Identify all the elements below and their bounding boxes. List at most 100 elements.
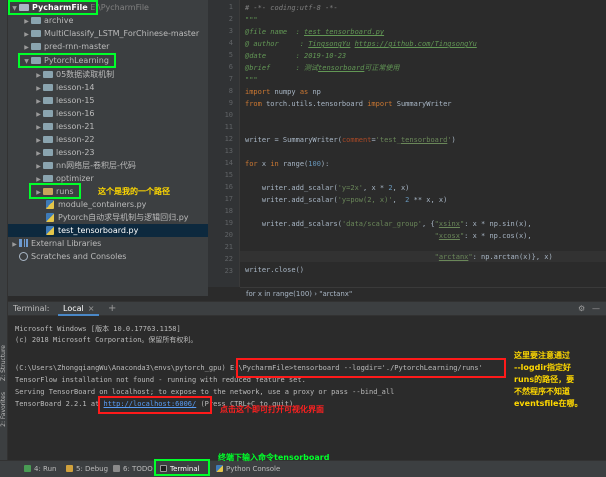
root-folder-path: E:\PycharmFile (90, 3, 149, 12)
project-panel: ▼ PycharmFile E:\PycharmFile ▶ archive ▶ Mu… (8, 0, 208, 296)
tree-external-libraries[interactable]: ▶ External Libraries (10, 237, 101, 250)
folder-icon (43, 188, 53, 195)
folder-icon (43, 162, 53, 169)
code-line-7: """ (245, 76, 258, 84)
gear-icon[interactable]: ⚙ (578, 304, 585, 313)
python-file-icon (46, 213, 54, 222)
code-line-16: writer.add_scalar('y=2x', x * 2, x) (245, 184, 410, 192)
tree-file-module-containers[interactable]: module_containers.py (46, 198, 146, 211)
code-line-6: @brief : 测试tensorboard可正常使用 (245, 64, 400, 72)
folder-label: lesson-23 (56, 148, 95, 157)
line-number: 14 (224, 159, 233, 167)
line-number: 7 (228, 75, 233, 83)
note-runs-path: 这个是我的一个路径 (98, 187, 170, 196)
folder-icon (43, 136, 53, 143)
line-number: 4 (228, 39, 233, 47)
add-icon[interactable]: + (108, 303, 116, 314)
line-number: 21 (224, 243, 233, 251)
line-number: 8 (228, 87, 233, 95)
line-number: 12 (224, 135, 233, 143)
favorites-tab[interactable]: 2: Favorites (0, 392, 8, 427)
note-open-link: 点击这个即可打开可视化界面 (220, 405, 324, 414)
line-number: 18 (224, 207, 233, 215)
folder-label: nn网络层-卷积层-代码 (56, 161, 136, 170)
chevron-right-icon[interactable]: ▶ (34, 186, 43, 199)
terminal-label: Terminal: (13, 304, 50, 313)
terminal-tool-button[interactable]: Terminal (160, 464, 200, 475)
chevron-right-icon[interactable]: ▶ (22, 41, 31, 54)
folder-label: pred-rnn-master (44, 42, 110, 51)
folder-icon (31, 17, 41, 24)
tree-folder-lesson-14[interactable]: ▶ lesson-14 (34, 81, 94, 94)
folder-label: lesson-22 (56, 135, 95, 144)
library-icon (19, 239, 28, 247)
structure-tab[interactable]: Z: Structure (0, 345, 8, 381)
folder-icon (43, 123, 53, 130)
tree-folder-lesson-21[interactable]: ▶ lesson-21 (34, 120, 94, 133)
chevron-down-icon[interactable]: ▼ (22, 55, 31, 68)
terminal-line: (c) 2018 Microsoft Corporation。保留所有权利。 (15, 336, 198, 344)
tree-file-test-tensorboard[interactable]: test_tensorboard.py (8, 224, 208, 237)
run-icon (24, 465, 31, 472)
tree-folder-lesson-15[interactable]: ▶ lesson-15 (34, 94, 94, 107)
tensorboard-link[interactable]: http://localhost:6006/ (104, 400, 197, 408)
code-line-19: writer.add_scalars('data/scalar_group', … (245, 220, 532, 228)
code-line-21: "arctanx": np.arctan(x)}, x) (434, 253, 553, 261)
folder-label: runs (56, 187, 74, 196)
line-number: 19 (224, 219, 233, 227)
tree-folder-archive[interactable]: ▶ archive (22, 14, 73, 27)
tree-folder-05[interactable]: ▶ 05数据读取机制 (34, 68, 114, 81)
tree-file-autograd[interactable]: Pytorch自动求导机制与逻辑回归.py (46, 211, 189, 224)
tree-folder-lesson-23[interactable]: ▶ lesson-23 (34, 146, 95, 159)
tree-folder-lesson-22[interactable]: ▶ lesson-22 (34, 133, 95, 146)
tree-folder-pytorchlearning[interactable]: ▼ PytorchLearning (22, 54, 109, 67)
tree-folder-runs[interactable]: ▶ runs (34, 185, 74, 199)
todo-icon (113, 465, 120, 472)
line-number: 20 (224, 231, 233, 239)
tensorboard-command: E:\PycharmFile>tensorboard --logdir='./P… (229, 364, 483, 372)
code-editor[interactable]: # -*- coding:utf-8 -*- """ @file name : … (240, 0, 606, 287)
debug-icon (66, 465, 73, 472)
debug-tool-button[interactable]: 5: Debug (66, 464, 108, 475)
tree-folder-pred-rnn[interactable]: ▶ pred-rnn-master (22, 40, 109, 53)
python-file-icon (46, 200, 54, 209)
todo-tool-button[interactable]: 6: TODO (113, 464, 153, 475)
code-line-9: from torch.utils.tensorboard import Summ… (245, 100, 452, 108)
folder-label: 05数据读取机制 (56, 70, 115, 79)
tree-folder-optimizer[interactable]: ▶ optimizer (34, 172, 94, 185)
folder-label: PytorchLearning (44, 56, 109, 65)
tree-scratches[interactable]: Scratches and Consoles (10, 250, 126, 263)
run-tool-button[interactable]: 4: Run (24, 464, 56, 475)
scratches-label: Scratches and Consoles (31, 252, 127, 261)
folder-icon (43, 149, 53, 156)
folder-icon (43, 84, 53, 91)
note-logdir-line-2: --logdir指定好 (514, 363, 572, 372)
python-console-tool-button[interactable]: Python Console (216, 464, 280, 475)
line-number: 10 (224, 111, 233, 119)
line-number: 16 (224, 183, 233, 191)
folder-label: lesson-16 (56, 109, 95, 118)
line-number: 2 (228, 15, 233, 23)
tree-folder-multiclassify[interactable]: ▶ MultiClassify_LSTM_ForChinese-master (22, 27, 199, 40)
file-label: test_tensorboard.py (58, 226, 139, 235)
terminal-tab-local[interactable]: Local × (58, 302, 100, 316)
note-logdir-line-3: runs的路径，要 (514, 375, 575, 384)
folder-icon (31, 43, 41, 50)
tree-folder-nn[interactable]: ▶ nn网络层-卷积层-代码 (34, 159, 136, 172)
line-number: 3 (228, 27, 233, 35)
chevron-down-icon[interactable]: ▼ (10, 2, 19, 15)
tree-root-pycharmfile[interactable]: ▼ PycharmFile E:\PycharmFile (10, 1, 149, 14)
note-logdir-line-4: 不然程序不知道 (514, 387, 570, 396)
line-number: 23 (224, 267, 233, 275)
editor-breadcrumb[interactable]: for x in range(100) › "arctanx" (240, 287, 606, 301)
line-number: 1 (228, 3, 233, 11)
tree-folder-lesson-16[interactable]: ▶ lesson-16 (34, 107, 95, 120)
folder-icon (19, 4, 29, 11)
code-line-8: import numpy as np (245, 88, 321, 96)
python-file-icon (46, 226, 54, 235)
minimize-icon[interactable]: — (592, 304, 600, 313)
folder-icon (31, 57, 41, 64)
close-icon[interactable]: × (88, 304, 95, 313)
code-line-17: writer.add_scalar('y=pow(2, x)', 2 ** x,… (245, 196, 448, 204)
file-label: Pytorch自动求导机制与逻辑回归.py (58, 213, 189, 222)
